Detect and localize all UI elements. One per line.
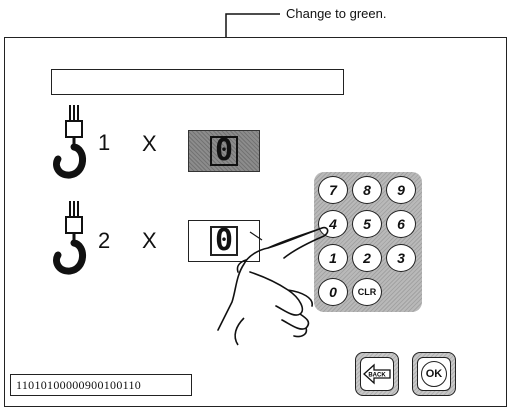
multiply-sign-2: X — [142, 228, 157, 253]
hook-icon — [53, 105, 86, 179]
hook-number-2: 2 — [98, 228, 111, 253]
status-code-display: 11010100000900100110 — [10, 374, 192, 396]
hook-number-1: 1 — [98, 130, 111, 155]
hook-icon — [53, 201, 86, 275]
quantity-field-2[interactable]: 0 — [188, 220, 260, 262]
key-5[interactable]: 5 — [352, 210, 382, 238]
ok-button[interactable]: OK — [412, 352, 456, 396]
key-0[interactable]: 0 — [318, 278, 348, 306]
quantity-value-2: 0 — [209, 226, 239, 256]
back-label: BACK — [368, 373, 386, 379]
key-9[interactable]: 9 — [386, 176, 416, 204]
back-arrow-icon: BACK — [360, 357, 394, 391]
back-button[interactable]: BACK — [355, 352, 399, 396]
numeric-keypad: 7 8 9 4 5 6 1 2 3 0 CLR — [314, 172, 422, 312]
key-2[interactable]: 2 — [352, 244, 382, 272]
ok-label: OK — [421, 361, 447, 387]
key-8[interactable]: 8 — [352, 176, 382, 204]
quantity-field-1[interactable]: 0 — [188, 130, 260, 172]
annotation-text: Change to green. — [286, 6, 387, 21]
key-6[interactable]: 6 — [386, 210, 416, 238]
multiply-sign-1: X — [142, 131, 157, 156]
key-3[interactable]: 3 — [386, 244, 416, 272]
quantity-value-1: 0 — [209, 136, 239, 166]
clear-key[interactable]: CLR — [352, 278, 382, 306]
key-4[interactable]: 4 — [318, 210, 348, 238]
title-bar — [51, 69, 344, 95]
key-1[interactable]: 1 — [318, 244, 348, 272]
key-7[interactable]: 7 — [318, 176, 348, 204]
